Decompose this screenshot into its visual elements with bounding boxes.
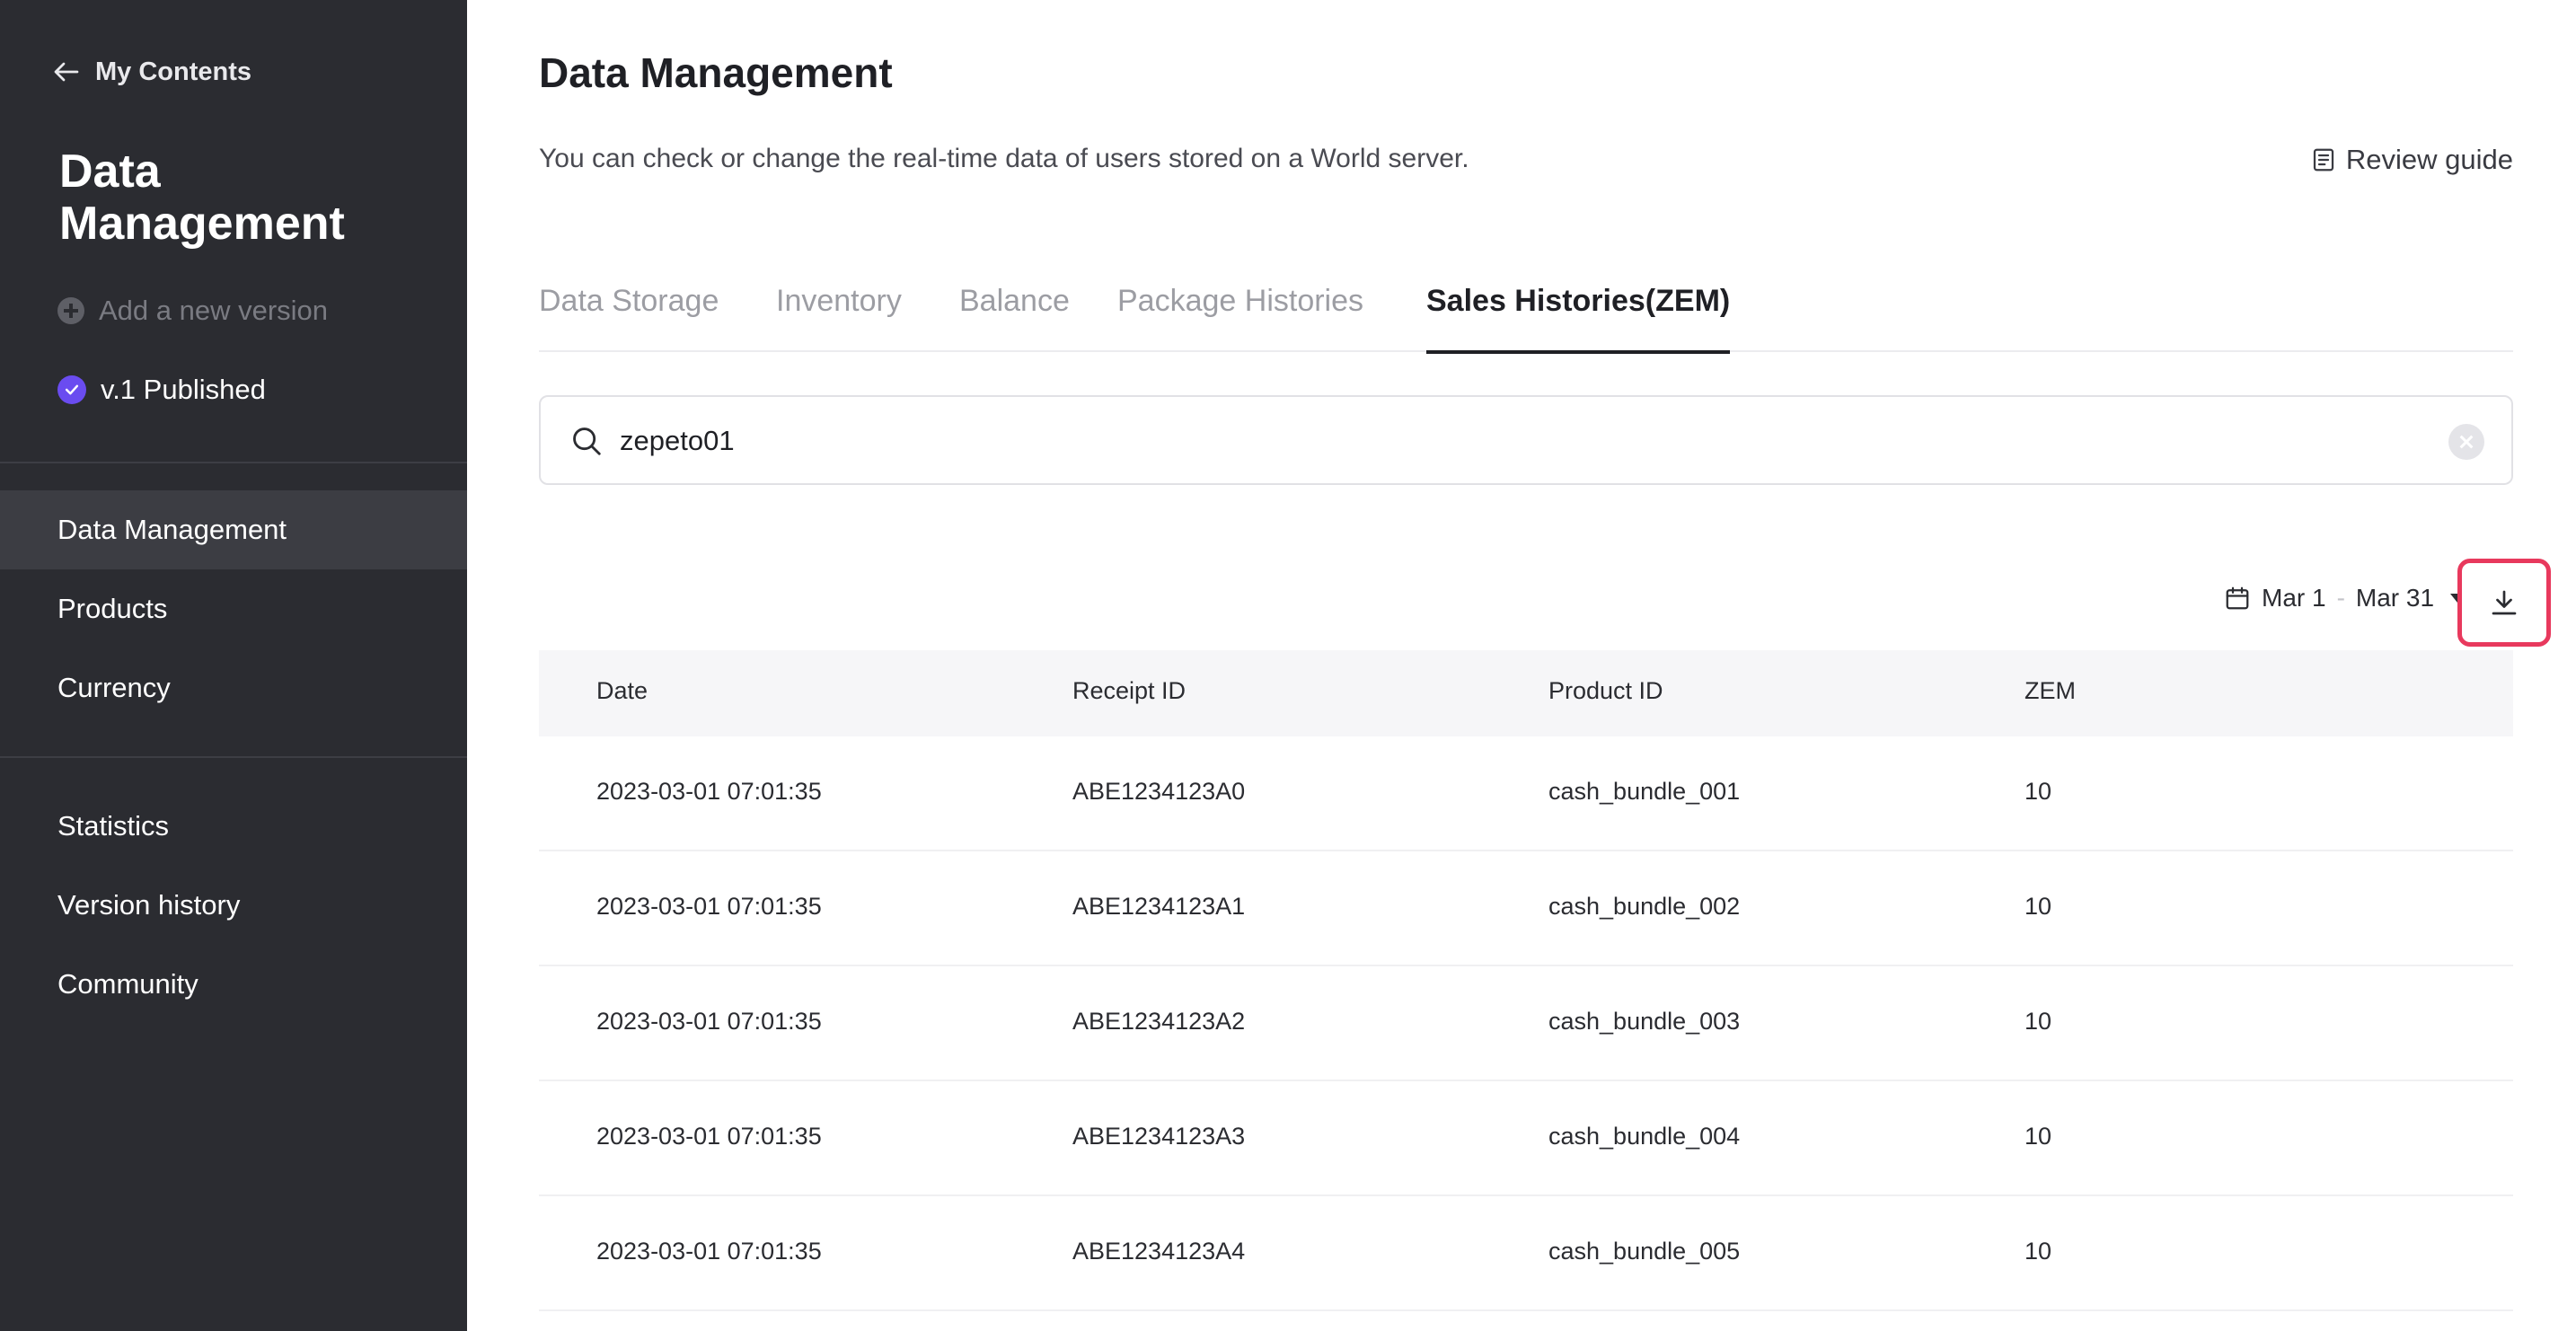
add-version-button[interactable]: Add a new version	[57, 295, 328, 327]
cell-product-id: cash_bundle_003	[1548, 1008, 1741, 1035]
date-range-filter[interactable]: Mar 1 - Mar 31	[2224, 584, 2466, 613]
column-header-zem: ZEM	[2025, 677, 2076, 704]
table-header: Date Receipt ID Product ID ZEM	[539, 650, 2513, 736]
cell-product-id: cash_bundle_001	[1548, 778, 1741, 805]
cell-product-id: cash_bundle_004	[1548, 1123, 1741, 1150]
search-box	[539, 395, 2513, 485]
column-header-receipt-id: Receipt ID	[1072, 677, 1187, 704]
sidebar-item-label: Currency	[57, 672, 171, 703]
sidebar-item-label: Products	[57, 593, 168, 624]
cell-zem: 10	[2025, 1238, 2052, 1265]
sidebar-divider	[0, 756, 467, 758]
cell-receipt-id: ABE1234123A1	[1072, 893, 1246, 920]
download-button[interactable]	[2457, 559, 2551, 647]
search-icon	[573, 428, 601, 455]
tab-package-histories[interactable]: Package Histories	[1117, 284, 1363, 319]
cell-receipt-id: ABE1234123A0	[1072, 778, 1246, 805]
back-to-my-contents-link[interactable]: My Contents	[50, 56, 251, 88]
check-circle-icon	[57, 375, 86, 404]
date-range-separator: -	[2336, 584, 2345, 612]
column-header-date: Date	[596, 677, 648, 704]
sidebar-item-label: Data Management	[57, 514, 287, 545]
sidebar-item-statistics[interactable]: Statistics	[0, 787, 467, 866]
cell-date: 2023-03-01 07:01:35	[596, 778, 822, 805]
version-label: v.1 Published	[101, 374, 266, 405]
tab-balance[interactable]: Balance	[959, 284, 1070, 319]
table-row: 2023-03-01 07:01:35 ABE1234123A2 cash_bu…	[539, 966, 2513, 1081]
back-link-label: My Contents	[95, 57, 251, 86]
date-range-end: Mar 31	[2355, 584, 2435, 612]
cell-receipt-id: ABE1234123A2	[1072, 1008, 1246, 1035]
table-row: 2023-03-01 07:01:35 ABE1234123A3 cash_bu…	[539, 1081, 2513, 1196]
table-row: 2023-03-01 07:01:35 ABE1234123A4 cash_bu…	[539, 1196, 2513, 1311]
tab-bar: Data Storage Inventory Balance Package H…	[539, 269, 2513, 354]
tab-data-storage[interactable]: Data Storage	[539, 284, 719, 319]
tab-inventory[interactable]: Inventory	[776, 284, 902, 319]
table-row: 2023-03-01 07:01:35 ABE1234123A1 cash_bu…	[539, 851, 2513, 966]
calendar-icon	[2226, 586, 2249, 610]
sidebar-item-label: Community	[57, 968, 198, 1000]
sidebar-item-data-management[interactable]: Data Management	[0, 490, 467, 569]
download-icon	[2492, 590, 2517, 615]
sidebar-item-version-history[interactable]: Version history	[0, 866, 467, 945]
date-range-start: Mar 1	[2262, 584, 2326, 612]
cell-product-id: cash_bundle_005	[1548, 1238, 1741, 1265]
column-header-product-id: Product ID	[1548, 677, 1663, 704]
cell-product-id: cash_bundle_002	[1548, 893, 1741, 920]
search-input[interactable]	[620, 417, 2326, 465]
cell-zem: 10	[2025, 893, 2052, 920]
sales-history-table: Date Receipt ID Product ID ZEM 2023-03-0…	[539, 650, 2513, 1311]
cell-date: 2023-03-01 07:01:35	[596, 1008, 822, 1035]
sidebar-item-currency[interactable]: Currency	[0, 648, 467, 727]
sidebar-title: Data Management	[59, 145, 345, 250]
cell-zem: 10	[2025, 778, 2052, 805]
arrow-left-icon	[54, 62, 79, 82]
version-item[interactable]: v.1 Published	[57, 374, 266, 406]
review-guide-link[interactable]: Review guide	[2310, 144, 2513, 176]
review-guide-label: Review guide	[2345, 144, 2513, 175]
sidebar-item-products[interactable]: Products	[0, 569, 467, 648]
table-row: 2023-03-01 07:01:35 ABE1234123A0 cash_bu…	[539, 736, 2513, 851]
plus-circle-icon	[57, 297, 84, 324]
sidebar: My Contents Data Management Add a new ve…	[0, 0, 467, 1331]
page-title: Data Management	[539, 49, 893, 96]
sidebar-item-label: Statistics	[57, 810, 170, 842]
cell-date: 2023-03-01 07:01:35	[596, 893, 822, 920]
document-icon	[2313, 148, 2334, 172]
cell-receipt-id: ABE1234123A3	[1072, 1123, 1246, 1150]
cell-date: 2023-03-01 07:01:35	[596, 1238, 822, 1265]
cell-receipt-id: ABE1234123A4	[1072, 1238, 1246, 1265]
sidebar-item-community[interactable]: Community	[0, 945, 467, 1024]
tab-sales-histories-zem[interactable]: Sales Histories(ZEM)	[1426, 284, 1731, 354]
add-version-label: Add a new version	[99, 295, 329, 326]
sidebar-divider	[0, 462, 467, 463]
cell-zem: 10	[2025, 1008, 2052, 1035]
clear-icon[interactable]	[2448, 424, 2484, 460]
cell-date: 2023-03-01 07:01:35	[596, 1123, 822, 1150]
page-description: You can check or change the real-time da…	[539, 144, 1469, 173]
sidebar-item-label: Version history	[57, 889, 241, 921]
cell-zem: 10	[2025, 1123, 2052, 1150]
